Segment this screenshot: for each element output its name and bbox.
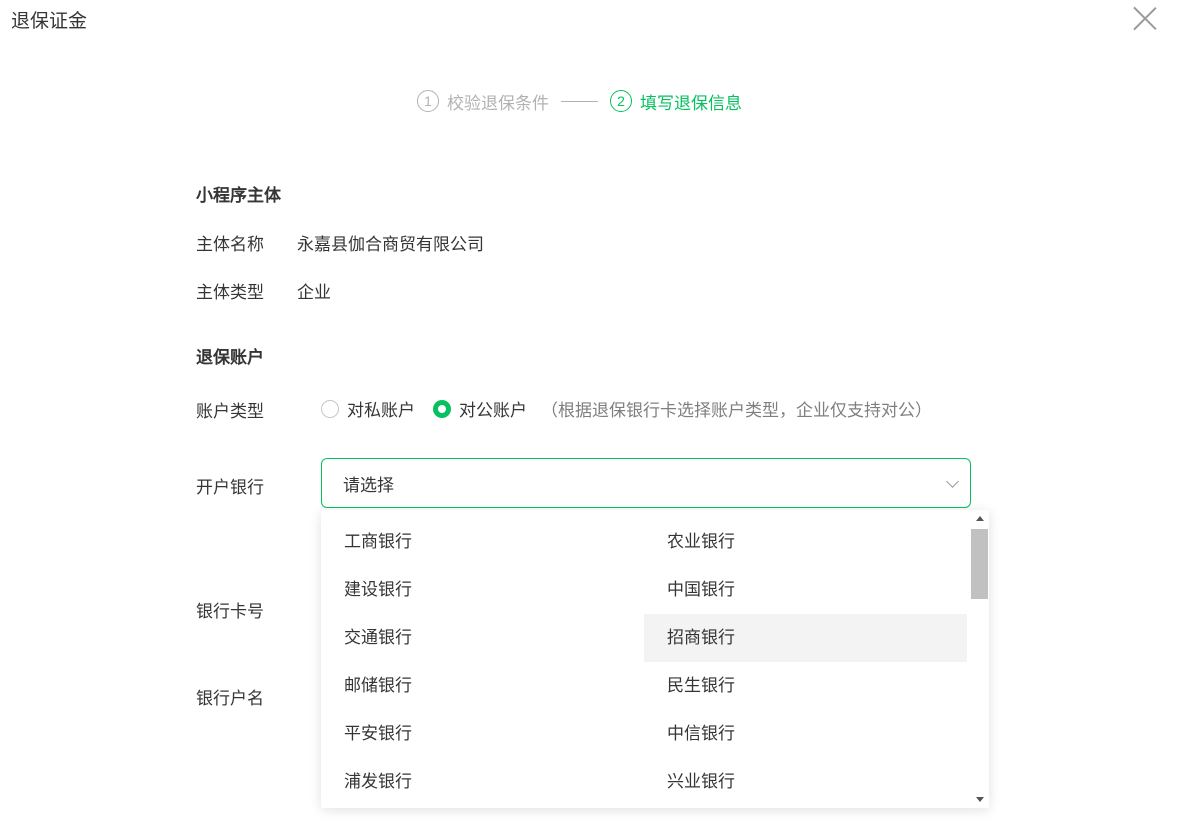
section-title-subject: 小程序主体: [196, 186, 281, 205]
account-type-hint: （根据退保银行卡选择账户类型，企业仅支持对公）: [541, 401, 932, 420]
bank-select[interactable]: 请选择: [321, 458, 971, 508]
step-number: 1: [417, 90, 439, 112]
subject-type-label: 主体类型: [196, 283, 264, 302]
step-indicator: 1 校验退保条件 2 填写退保信息: [417, 88, 742, 114]
step-label: 填写退保信息: [640, 93, 742, 113]
radio-checked-icon: [433, 399, 451, 418]
step-1: 1 校验退保条件: [417, 89, 549, 114]
radio-label: 对公账户: [459, 401, 527, 420]
bank-option[interactable]: 平安银行: [321, 710, 643, 758]
chevron-down-icon: [946, 475, 959, 488]
bank-option[interactable]: 中国银行: [644, 566, 966, 614]
scroll-down-arrow-icon[interactable]: [976, 797, 984, 802]
subject-type-value: 企业: [297, 283, 331, 302]
step-number: 2: [610, 90, 632, 112]
bank-option[interactable]: 民生银行: [644, 662, 966, 710]
scrollbar-thumb[interactable]: [971, 529, 988, 599]
bank-label: 开户银行: [196, 478, 264, 497]
radio-corporate-account[interactable]: 对公账户: [433, 396, 527, 421]
radio-label: 对私账户: [347, 401, 415, 420]
subject-name-label: 主体名称: [196, 235, 264, 254]
scroll-up-arrow-icon[interactable]: [976, 516, 984, 521]
card-number-label: 银行卡号: [196, 602, 264, 621]
section-title-account: 退保账户: [196, 348, 264, 367]
account-name-label: 银行户名: [196, 689, 264, 708]
dropdown-scrollbar[interactable]: [970, 510, 989, 808]
bank-option[interactable]: 兴业银行: [644, 758, 966, 806]
step-label: 校验退保条件: [447, 93, 549, 113]
account-type-label: 账户类型: [196, 402, 264, 421]
bank-option[interactable]: 农业银行: [644, 518, 966, 566]
radio-private-account[interactable]: 对私账户: [321, 396, 415, 421]
step-2: 2 填写退保信息: [610, 89, 742, 114]
account-type-radio-group: 对私账户 对公账户 （根据退保银行卡选择账户类型，企业仅支持对公）: [321, 396, 932, 421]
bank-option[interactable]: 建设银行: [321, 566, 643, 614]
bank-option[interactable]: 浦发银行: [321, 758, 643, 806]
radio-unchecked-icon: [321, 399, 339, 418]
bank-select-placeholder: 请选择: [343, 475, 394, 495]
step-connector: [561, 100, 598, 102]
dialog-title: 退保证金: [11, 11, 88, 32]
close-icon[interactable]: [1131, 4, 1159, 32]
bank-option[interactable]: 交通银行: [321, 614, 643, 662]
bank-dropdown: 工商银行 农业银行 建设银行 中国银行 交通银行 招商银行 邮储银行 民生银行 …: [321, 510, 989, 808]
bank-option-hovered[interactable]: 招商银行: [644, 614, 967, 662]
bank-option[interactable]: 中信银行: [644, 710, 966, 758]
bank-option[interactable]: 工商银行: [321, 518, 643, 566]
bank-option[interactable]: 邮储银行: [321, 662, 643, 710]
subject-name-value: 永嘉县伽合商贸有限公司: [297, 235, 484, 254]
